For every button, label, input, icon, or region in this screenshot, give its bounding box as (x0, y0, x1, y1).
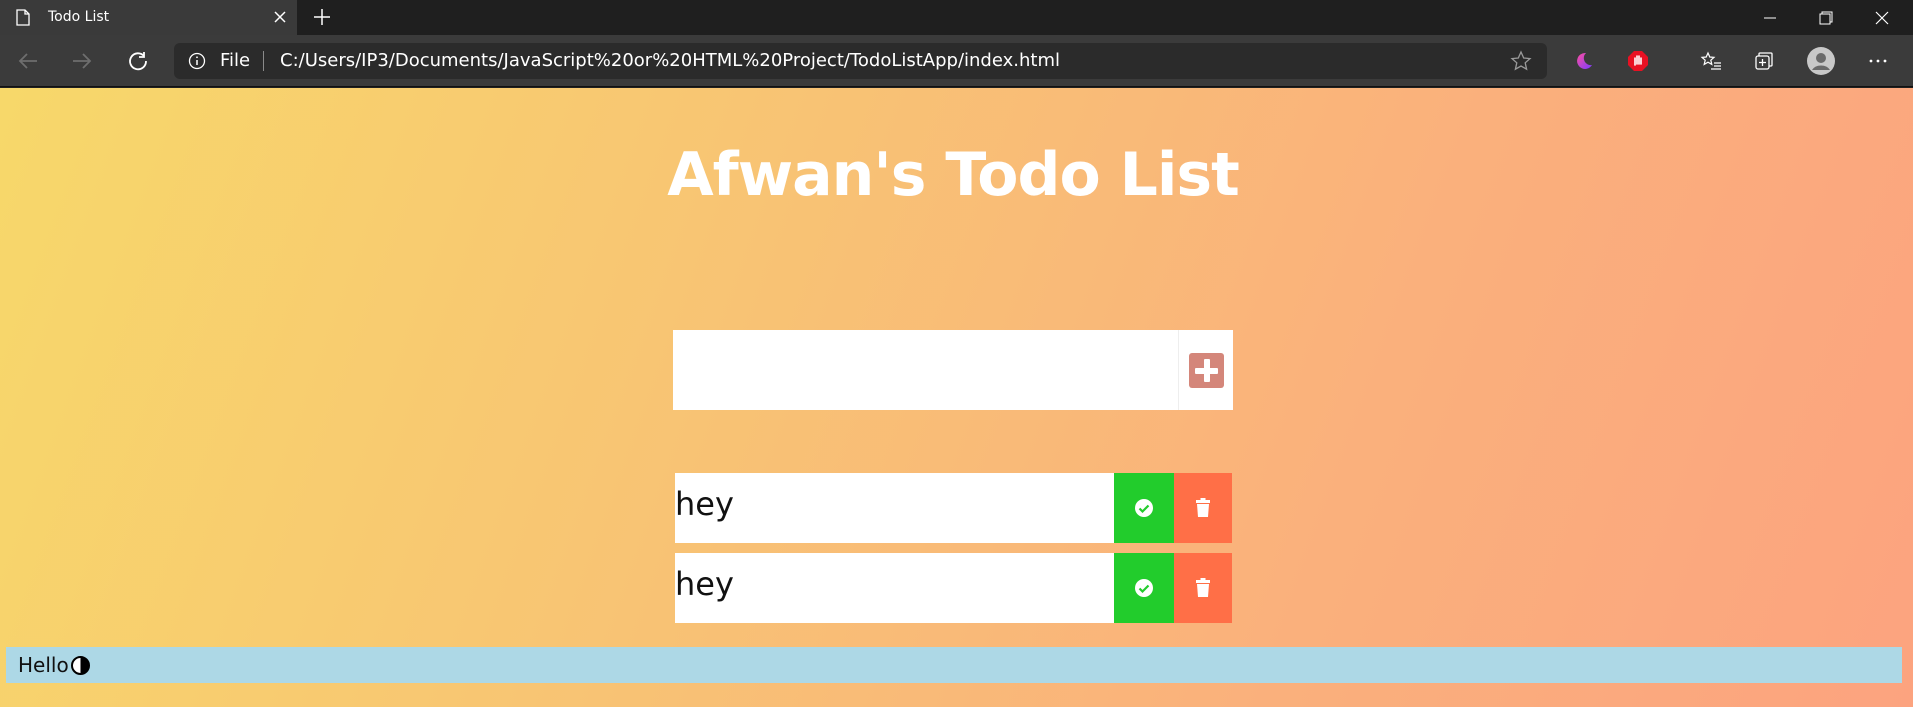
favorite-star-icon[interactable] (1510, 50, 1532, 72)
footer-text: Hello (18, 653, 69, 677)
todo-input[interactable] (673, 330, 1178, 410)
delete-button[interactable] (1174, 553, 1232, 623)
tab-todo-list[interactable]: Todo List (0, 0, 297, 35)
browser-toolbar: File C:/Users/IP3/Documents/JavaScript%2… (0, 35, 1913, 87)
todo-text: hey (675, 485, 734, 523)
more-options-button[interactable] (1864, 47, 1892, 75)
refresh-button[interactable] (122, 45, 154, 77)
check-circle-icon (1135, 499, 1153, 517)
todo-item: hey (675, 473, 1232, 543)
restore-icon (1819, 11, 1833, 24)
stop-hand-icon (1628, 51, 1648, 71)
address-bar[interactable]: File C:/Users/IP3/Documents/JavaScript%2… (174, 43, 1547, 79)
trash-icon (1196, 578, 1210, 597)
close-icon (1875, 11, 1889, 24)
plus-square-icon (1188, 352, 1224, 388)
forward-arrow-icon (73, 53, 92, 69)
close-window-button[interactable] (1854, 0, 1910, 35)
complete-button[interactable] (1114, 553, 1174, 623)
adblock-extension-icon[interactable] (1624, 47, 1652, 75)
page-content: Afwan's Todo List hey hey Hello (0, 88, 1913, 707)
divider (263, 51, 264, 71)
moon-extension-icon[interactable] (1569, 47, 1597, 75)
todo-text: hey (675, 565, 734, 603)
todo-item: hey (675, 553, 1232, 623)
back-arrow-icon (18, 53, 37, 69)
forward-button[interactable] (66, 45, 98, 77)
document-icon (16, 9, 30, 26)
restore-button[interactable] (1798, 0, 1854, 35)
moon-icon (1577, 52, 1592, 69)
minimize-icon (1764, 17, 1776, 18)
todo-list: hey hey (675, 473, 1232, 633)
favorites-button[interactable] (1697, 47, 1725, 75)
collections-icon (1755, 52, 1773, 70)
refresh-icon (129, 52, 147, 71)
url-scheme: File (220, 50, 251, 71)
add-todo-button[interactable] (1178, 330, 1233, 410)
minimize-button[interactable] (1742, 0, 1798, 35)
new-tab-icon[interactable] (312, 7, 332, 27)
profile-button[interactable] (1806, 46, 1836, 76)
url-text[interactable]: C:/Users/IP3/Documents/JavaScript%20or%2… (280, 50, 1060, 71)
tab-title: Todo List (48, 9, 110, 25)
back-button[interactable] (12, 45, 44, 77)
close-tab-icon[interactable] (270, 7, 290, 27)
page-title: Afwan's Todo List (667, 140, 1240, 210)
delete-button[interactable] (1174, 473, 1232, 543)
avatar-icon (1807, 47, 1835, 75)
footer-bar: Hello (6, 647, 1902, 683)
check-circle-icon (1135, 579, 1153, 597)
info-icon[interactable] (188, 52, 206, 70)
todo-form (673, 330, 1233, 410)
more-dots-icon (1869, 59, 1887, 63)
favorites-list-icon (1700, 51, 1721, 70)
theme-toggle-icon[interactable] (70, 655, 90, 675)
title-bar: Todo List (0, 0, 1913, 35)
trash-icon (1196, 498, 1210, 517)
collections-button[interactable] (1750, 47, 1778, 75)
complete-button[interactable] (1114, 473, 1174, 543)
